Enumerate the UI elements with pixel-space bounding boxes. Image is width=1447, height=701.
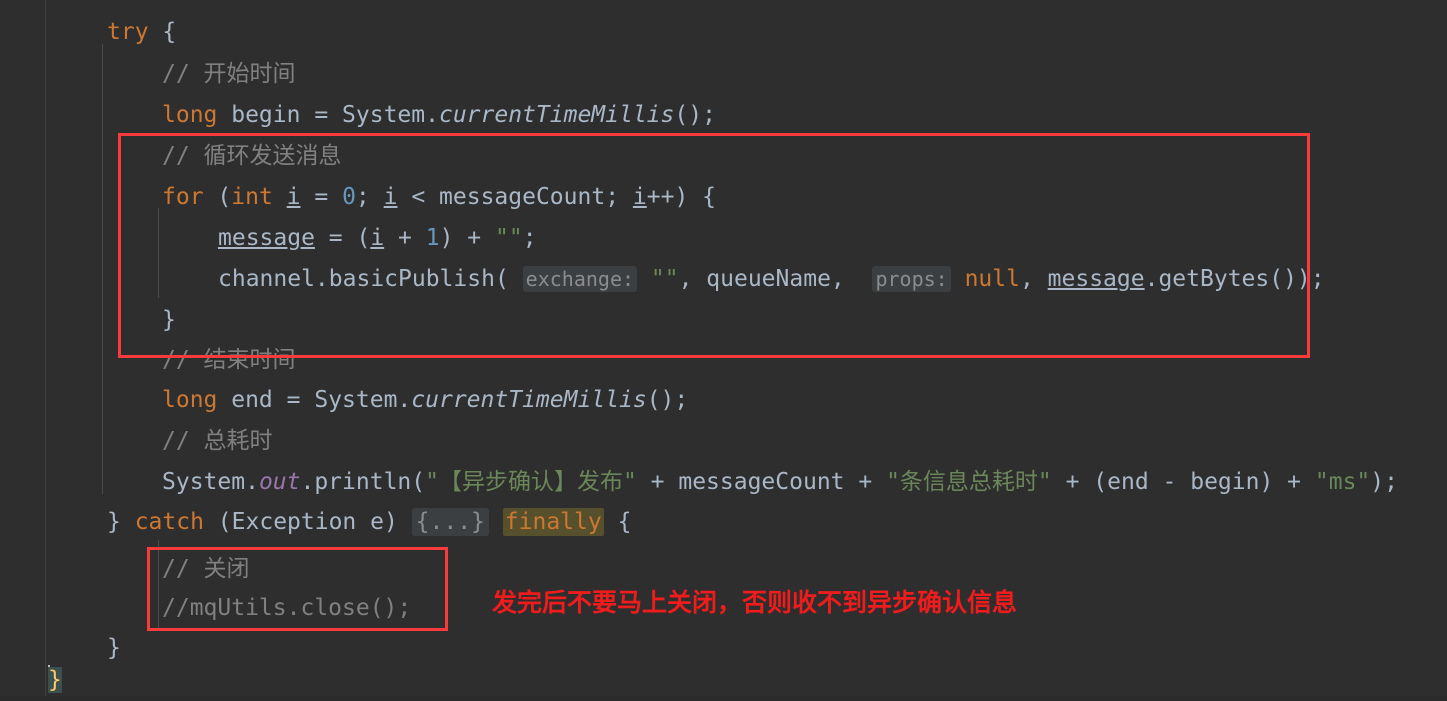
token: .getBytes()); (1144, 266, 1325, 292)
note-do-not-close-immediately: 发完后不要马上关闭，否则收不到异步确认信息 (492, 588, 1018, 617)
token: (Exception e) (203, 509, 412, 535)
token: finally (502, 508, 604, 536)
line-comment-loop-send[interactable]: // 循环发送消息 (0, 136, 342, 177)
token: ++) { (646, 184, 716, 210)
token: int (231, 184, 273, 210)
code-editor[interactable]: try {// 开始时间 long begin = System.currentT… (0, 0, 1447, 696)
token: null (964, 266, 1020, 292)
token: currentTimeMillis (438, 102, 675, 128)
token: try (107, 19, 149, 45)
token: // 结束时间 (162, 347, 296, 373)
token: props: (872, 266, 951, 292)
token: catch (134, 509, 204, 535)
line-method-close-brace[interactable]: } (0, 660, 62, 701)
token: = (286, 387, 315, 413)
line-catch-finally[interactable]: } catch (Exception e) {...} finally { (0, 502, 631, 543)
token: ( (203, 184, 232, 210)
token: "" (650, 266, 679, 292)
line-commented-close-call[interactable]: //mqUtils.close(); (0, 588, 411, 629)
token: ); (1370, 469, 1398, 495)
line-for-close-brace[interactable]: } (0, 300, 176, 341)
token: //mqUtils.close(); (162, 595, 412, 621)
token: System. (342, 102, 439, 128)
token: } (107, 509, 135, 535)
token: ; (522, 225, 537, 251)
token: message (1047, 266, 1145, 292)
token: , (1019, 266, 1048, 292)
token: exchange: (522, 266, 638, 292)
token: 1 (425, 225, 440, 251)
token: { (162, 19, 177, 45)
token: = (300, 184, 343, 210)
token: long (162, 387, 218, 413)
token: i (632, 184, 647, 210)
token: "ms" (1314, 469, 1371, 495)
line-println[interactable]: System.out.println("【异步确认】发布" + messageC… (0, 462, 1398, 503)
token: , queueName, (678, 266, 859, 292)
token: } (107, 635, 121, 661)
line-comment-close[interactable]: // 关闭 (0, 549, 250, 590)
token: 0 (342, 184, 356, 210)
token: ) + (439, 225, 495, 251)
token: ; (355, 184, 384, 210)
line-for[interactable]: for (int i = 0; i < messageCount; i++) { (0, 177, 716, 218)
token: i (370, 225, 385, 251)
line-message-assign[interactable]: message = (i + 1) + ""; (0, 218, 537, 259)
token: } (162, 307, 176, 333)
matched-brace: } (48, 667, 62, 693)
line-comment-start-time[interactable]: // 开始时间 (0, 54, 296, 95)
token: for (162, 184, 204, 210)
token: begin (217, 102, 315, 128)
token: = ( (314, 225, 371, 251)
token: .println( (300, 469, 426, 495)
token: // 循环发送消息 (162, 143, 342, 169)
token: < messageCount; (397, 184, 633, 210)
token: long (162, 102, 218, 128)
token: { (603, 509, 632, 535)
token: (); (646, 387, 689, 413)
token: "" (494, 225, 523, 251)
token: {...} (411, 508, 489, 536)
token: currentTimeMillis (411, 387, 647, 413)
token: message (218, 225, 315, 251)
token: // 总耗时 (162, 428, 273, 454)
token: + messageCount + (636, 469, 887, 495)
token: channel.basicPublish( (218, 266, 509, 292)
token: "【异步确认】发布" (425, 469, 637, 495)
line-long-end[interactable]: long end = System.currentTimeMillis(); (0, 380, 688, 421)
token: out (258, 469, 301, 495)
token: end (217, 387, 287, 413)
line-long-begin[interactable]: long begin = System.currentTimeMillis(); (0, 95, 716, 136)
token: = (314, 102, 343, 128)
line-try[interactable]: try { (0, 12, 176, 53)
line-basic-publish[interactable]: channel.basicPublish( exchange: "", queu… (0, 259, 1325, 300)
token: + (end - begin) + (1051, 469, 1315, 495)
token: i (286, 184, 301, 210)
line-comment-end-time[interactable]: // 结束时间 (0, 340, 296, 381)
token: System. (162, 469, 259, 495)
token: + (384, 225, 426, 251)
token: System. (314, 387, 412, 413)
token: "条信息总耗时" (886, 469, 1052, 495)
line-comment-total-cost[interactable]: // 总耗时 (0, 421, 273, 462)
token: // 关闭 (162, 556, 250, 582)
token: // 开始时间 (162, 61, 296, 87)
token: i (383, 184, 398, 210)
token: (); (674, 102, 716, 128)
